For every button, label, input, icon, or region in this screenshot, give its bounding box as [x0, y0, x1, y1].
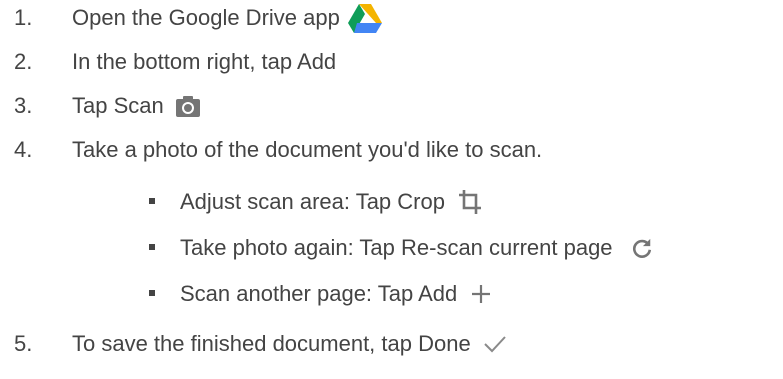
bullet — [149, 244, 155, 250]
step-number: 4. — [14, 137, 33, 162]
substep-text-wrapper: Scan another page: Tap Add — [180, 278, 491, 310]
step-text-wrapper: Take a photo of the document you'd like … — [72, 134, 542, 166]
step-text-wrapper: Tap Scan — [72, 90, 200, 122]
step-number: 5. — [14, 331, 33, 356]
step-number: 3. — [14, 93, 33, 118]
substep-text: Adjust scan area: Tap Crop — [180, 189, 445, 214]
substep-text-wrapper: Take photo again: Tap Re-scan current pa… — [180, 232, 653, 264]
google-drive-icon — [347, 3, 382, 33]
step-text-wrapper: In the bottom right, tap Add — [72, 46, 336, 78]
bullet — [149, 198, 155, 204]
substep-text-wrapper: Adjust scan area: Tap Crop — [180, 186, 481, 218]
step-text-wrapper: Open the Google Drive app — [72, 2, 382, 34]
bullet — [149, 290, 155, 296]
plus-icon — [471, 284, 491, 304]
step-text: Tap Scan — [72, 93, 164, 118]
step-number: 2. — [14, 49, 33, 74]
crop-icon — [458, 190, 481, 214]
substep-text: Take photo again: Tap Re-scan current pa… — [180, 235, 613, 260]
step-text: In the bottom right, tap Add — [72, 49, 337, 74]
step-text-wrapper: To save the finished document, tap Done — [72, 328, 507, 360]
step-text: To save the finished document, tap Done — [72, 331, 471, 356]
substep-text: Scan another page: Tap Add — [180, 281, 458, 306]
checkmark-icon — [483, 334, 507, 354]
step-text: Take a photo of the document you'd like … — [72, 137, 543, 162]
refresh-icon — [631, 237, 653, 259]
step-number: 1. — [14, 5, 33, 30]
camera-icon — [175, 95, 200, 117]
step-text: Open the Google Drive app — [72, 5, 340, 30]
